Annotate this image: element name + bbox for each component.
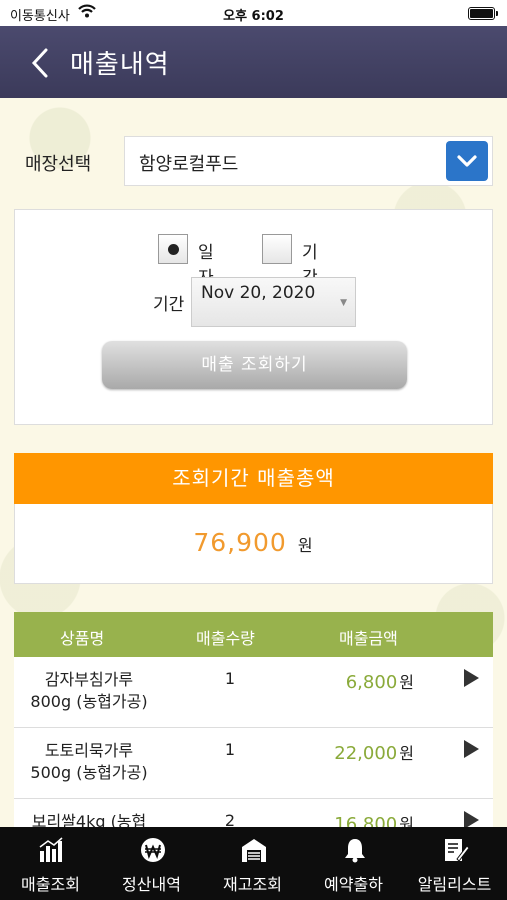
clock: 오후 6:02 <box>223 9 284 24</box>
amount: 6,800 원 <box>345 672 414 693</box>
store-select-value: 함양로컬푸드 <box>139 154 239 175</box>
daily-radio[interactable] <box>158 234 188 264</box>
tab-label: 알림리스트 <box>417 875 492 894</box>
back-chevron-icon[interactable] <box>26 46 56 80</box>
tab-label: 예약출하 <box>324 875 383 894</box>
tab-settlement[interactable]: 정산내역 <box>101 827 202 900</box>
query-sales-button[interactable]: 매출 조회하기 <box>102 341 407 389</box>
tab-reserved-shipping[interactable]: 예약출하 <box>303 827 404 900</box>
table-row[interactable]: 보리쌀4kg (농협 2 16,800 원 <box>14 799 493 827</box>
dropdown-arrow-icon: ▼ <box>340 298 347 308</box>
quantity: 1 <box>224 740 236 759</box>
quantity: 1 <box>224 669 236 688</box>
tab-notification-list[interactable]: 알림리스트 <box>404 827 505 900</box>
tab-bar: 매출조회 정산내역 재고조회 예약출하 알림리스트 <box>0 827 507 900</box>
store-label: 매장선택 <box>25 154 92 175</box>
play-arrow-icon[interactable] <box>464 740 479 758</box>
total-sales-title: 조회기간 매출총액 <box>14 453 493 504</box>
product-name: 감자부침가루 800g (농협가공) <box>30 670 148 711</box>
status-bar: 이동통신사 오후 6:02 <box>0 0 507 26</box>
total-sales-box: 76,900 원 <box>14 504 493 584</box>
tab-sales-query[interactable]: 매출조회 <box>0 827 101 900</box>
search-panel: 일자별 기간별 기간 Nov 20, 2020 ▼ 매출 조회하기 <box>14 209 493 425</box>
main-content: 매장선택 함양로컬푸드 일자별 기간별 기간 Nov 20, 2020 ▼ 매출… <box>0 98 507 827</box>
chevron-down-icon <box>457 155 477 167</box>
period-label: 기간 <box>153 295 185 315</box>
warehouse-icon <box>242 839 266 862</box>
column-header-product: 상품명 <box>60 629 105 648</box>
total-sales-unit: 원 <box>297 536 314 555</box>
page-title: 매출내역 <box>70 50 170 80</box>
store-selector-row: 매장선택 함양로컬푸드 <box>0 136 507 186</box>
won-coin-icon <box>141 838 165 862</box>
battery-icon <box>468 7 498 20</box>
quantity: 2 <box>224 811 236 827</box>
play-arrow-icon[interactable] <box>464 669 479 687</box>
dropdown-button[interactable] <box>446 141 488 181</box>
navigation-bar: 매출내역 <box>0 26 507 98</box>
product-name: 도토리묵가루 500g (농협가공) <box>30 741 148 782</box>
amount: 16,800 원 <box>334 814 414 827</box>
tab-label: 정산내역 <box>122 875 181 894</box>
table-header: 상품명 매출수량 매출금액 <box>14 612 493 657</box>
column-header-quantity: 매출수량 <box>196 629 255 648</box>
tab-label: 매출조회 <box>21 875 80 894</box>
product-name: 보리쌀4kg (농협 <box>31 812 147 827</box>
play-arrow-icon[interactable] <box>464 811 479 827</box>
tab-inventory[interactable]: 재고조회 <box>202 827 303 900</box>
bar-chart-icon <box>39 837 63 862</box>
date-picker[interactable]: Nov 20, 2020 ▼ <box>191 277 356 327</box>
table-row[interactable]: 도토리묵가루 500g (농협가공) 1 22,000 원 <box>14 728 493 799</box>
column-header-amount: 매출금액 <box>339 629 398 648</box>
memo-pencil-icon <box>445 839 469 862</box>
period-radio[interactable] <box>262 234 292 264</box>
store-select[interactable]: 함양로컬푸드 <box>124 136 493 186</box>
amount: 22,000 원 <box>334 743 414 764</box>
date-value: Nov 20, 2020 <box>201 283 316 303</box>
table-row[interactable]: 감자부침가루 800g (농협가공) 1 6,800 원 <box>14 657 493 728</box>
sales-table: 상품명 매출수량 매출금액 감자부침가루 800g (농협가공) 1 6,800 원… <box>14 612 493 827</box>
tab-label: 재고조회 <box>223 875 282 894</box>
bell-icon <box>345 839 365 863</box>
total-sales-amount: 76,900 <box>193 528 287 557</box>
